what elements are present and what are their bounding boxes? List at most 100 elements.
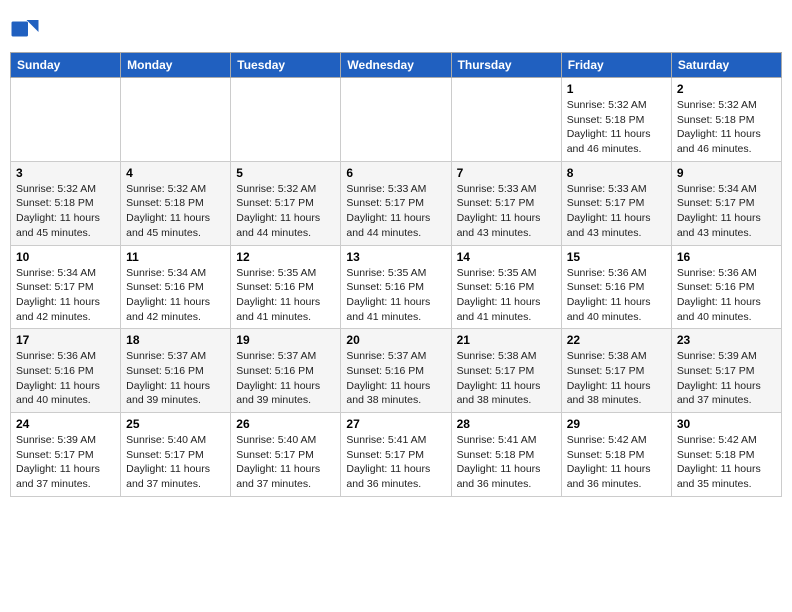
day-number: 21 (457, 333, 556, 347)
calendar-cell: 25 Sunrise: 5:40 AMSunset: 5:17 PMDayligh… (121, 413, 231, 497)
calendar-cell: 5 Sunrise: 5:32 AMSunset: 5:17 PMDaylight… (231, 161, 341, 245)
logo-icon (10, 14, 40, 44)
day-info: Sunrise: 5:33 AMSunset: 5:17 PMDaylight:… (346, 182, 445, 241)
calendar-cell: 17 Sunrise: 5:36 AMSunset: 5:16 PMDayligh… (11, 329, 121, 413)
day-number: 12 (236, 250, 335, 264)
day-info: Sunrise: 5:41 AMSunset: 5:17 PMDaylight:… (346, 433, 445, 492)
calendar-week-4: 17 Sunrise: 5:36 AMSunset: 5:16 PMDayligh… (11, 329, 782, 413)
day-number: 27 (346, 417, 445, 431)
weekday-header-friday: Friday (561, 53, 671, 78)
day-number: 25 (126, 417, 225, 431)
day-number: 22 (567, 333, 666, 347)
day-number: 16 (677, 250, 776, 264)
day-info: Sunrise: 5:35 AMSunset: 5:16 PMDaylight:… (457, 266, 556, 325)
calendar-cell: 23Sunrise: 5:39 AMSunset: 5:17 PMDayligh… (671, 329, 781, 413)
day-info: Sunrise: 5:39 AMSunset: 5:17 PMDaylight:… (16, 433, 115, 492)
day-info: Sunrise: 5:36 AMSunset: 5:16 PMDaylight:… (677, 266, 776, 325)
calendar-cell: 21Sunrise: 5:38 AMSunset: 5:17 PMDayligh… (451, 329, 561, 413)
day-info: Sunrise: 5:42 AMSunset: 5:18 PMDaylight:… (677, 433, 776, 492)
calendar-week-1: 1 Sunrise: 5:32 AMSunset: 5:18 PMDaylight… (11, 78, 782, 162)
day-number: 13 (346, 250, 445, 264)
calendar-cell: 6 Sunrise: 5:33 AMSunset: 5:17 PMDaylight… (341, 161, 451, 245)
calendar-cell: 10 Sunrise: 5:34 AMSunset: 5:17 PMDayligh… (11, 245, 121, 329)
calendar-cell (451, 78, 561, 162)
day-info: Sunrise: 5:37 AMSunset: 5:16 PMDaylight:… (126, 349, 225, 408)
day-info: Sunrise: 5:33 AMSunset: 5:17 PMDaylight:… (567, 182, 666, 241)
weekday-header-monday: Monday (121, 53, 231, 78)
day-number: 29 (567, 417, 666, 431)
weekday-header-sunday: Sunday (11, 53, 121, 78)
day-number: 23 (677, 333, 776, 347)
day-number: 5 (236, 166, 335, 180)
calendar-cell (11, 78, 121, 162)
calendar-cell: 19 Sunrise: 5:37 AMSunset: 5:16 PMDayligh… (231, 329, 341, 413)
weekday-header-saturday: Saturday (671, 53, 781, 78)
day-info: Sunrise: 5:34 AMSunset: 5:17 PMDaylight:… (677, 182, 776, 241)
calendar-cell: 12 Sunrise: 5:35 AMSunset: 5:16 PMDayligh… (231, 245, 341, 329)
day-number: 26 (236, 417, 335, 431)
calendar-cell (341, 78, 451, 162)
calendar-cell: 24 Sunrise: 5:39 AMSunset: 5:17 PMDayligh… (11, 413, 121, 497)
calendar-cell: 27 Sunrise: 5:41 AMSunset: 5:17 PMDayligh… (341, 413, 451, 497)
calendar-table: SundayMondayTuesdayWednesdayThursdayFrid… (10, 52, 782, 497)
day-info: Sunrise: 5:35 AMSunset: 5:16 PMDaylight:… (346, 266, 445, 325)
day-info: Sunrise: 5:38 AMSunset: 5:17 PMDaylight:… (567, 349, 666, 408)
calendar-cell: 1 Sunrise: 5:32 AMSunset: 5:18 PMDaylight… (561, 78, 671, 162)
day-info: Sunrise: 5:34 AMSunset: 5:16 PMDaylight:… (126, 266, 225, 325)
calendar-cell: 9Sunrise: 5:34 AMSunset: 5:17 PMDaylight… (671, 161, 781, 245)
calendar-week-2: 3Sunrise: 5:32 AMSunset: 5:18 PMDaylight… (11, 161, 782, 245)
calendar-cell: 11 Sunrise: 5:34 AMSunset: 5:16 PMDayligh… (121, 245, 231, 329)
calendar-body: 1 Sunrise: 5:32 AMSunset: 5:18 PMDaylight… (11, 78, 782, 497)
day-info: Sunrise: 5:37 AMSunset: 5:16 PMDaylight:… (346, 349, 445, 408)
day-number: 1 (567, 82, 666, 96)
calendar-cell: 14 Sunrise: 5:35 AMSunset: 5:16 PMDayligh… (451, 245, 561, 329)
calendar-cell (121, 78, 231, 162)
calendar-cell: 3Sunrise: 5:32 AMSunset: 5:18 PMDaylight… (11, 161, 121, 245)
day-number: 17 (16, 333, 115, 347)
day-info: Sunrise: 5:37 AMSunset: 5:16 PMDaylight:… (236, 349, 335, 408)
day-number: 7 (457, 166, 556, 180)
calendar-cell: 7 Sunrise: 5:33 AMSunset: 5:17 PMDaylight… (451, 161, 561, 245)
calendar-cell: 16 Sunrise: 5:36 AMSunset: 5:16 PMDayligh… (671, 245, 781, 329)
calendar-week-5: 24 Sunrise: 5:39 AMSunset: 5:17 PMDayligh… (11, 413, 782, 497)
day-number: 15 (567, 250, 666, 264)
day-number: 6 (346, 166, 445, 180)
calendar-cell: 28Sunrise: 5:41 AMSunset: 5:18 PMDayligh… (451, 413, 561, 497)
day-info: Sunrise: 5:35 AMSunset: 5:16 PMDaylight:… (236, 266, 335, 325)
day-number: 18 (126, 333, 225, 347)
day-number: 14 (457, 250, 556, 264)
day-number: 10 (16, 250, 115, 264)
calendar-cell: 8Sunrise: 5:33 AMSunset: 5:17 PMDaylight… (561, 161, 671, 245)
calendar-cell: 4Sunrise: 5:32 AMSunset: 5:18 PMDaylight… (121, 161, 231, 245)
calendar-cell: 29 Sunrise: 5:42 AMSunset: 5:18 PMDayligh… (561, 413, 671, 497)
day-info: Sunrise: 5:42 AMSunset: 5:18 PMDaylight:… (567, 433, 666, 492)
calendar-cell: 18 Sunrise: 5:37 AMSunset: 5:16 PMDayligh… (121, 329, 231, 413)
day-info: Sunrise: 5:32 AMSunset: 5:18 PMDaylight:… (126, 182, 225, 241)
day-info: Sunrise: 5:32 AMSunset: 5:18 PMDaylight:… (16, 182, 115, 241)
day-info: Sunrise: 5:32 AMSunset: 5:17 PMDaylight:… (236, 182, 335, 241)
day-info: Sunrise: 5:32 AMSunset: 5:18 PMDaylight:… (567, 98, 666, 157)
weekday-header-wednesday: Wednesday (341, 53, 451, 78)
day-info: Sunrise: 5:34 AMSunset: 5:17 PMDaylight:… (16, 266, 115, 325)
day-number: 24 (16, 417, 115, 431)
page-header (10, 10, 782, 44)
day-number: 19 (236, 333, 335, 347)
day-number: 30 (677, 417, 776, 431)
day-number: 11 (126, 250, 225, 264)
day-info: Sunrise: 5:36 AMSunset: 5:16 PMDaylight:… (567, 266, 666, 325)
calendar-cell: 20 Sunrise: 5:37 AMSunset: 5:16 PMDayligh… (341, 329, 451, 413)
calendar-week-3: 10 Sunrise: 5:34 AMSunset: 5:17 PMDayligh… (11, 245, 782, 329)
day-number: 20 (346, 333, 445, 347)
day-info: Sunrise: 5:33 AMSunset: 5:17 PMDaylight:… (457, 182, 556, 241)
day-info: Sunrise: 5:32 AMSunset: 5:18 PMDaylight:… (677, 98, 776, 157)
calendar-cell: 30 Sunrise: 5:42 AMSunset: 5:18 PMDayligh… (671, 413, 781, 497)
logo (10, 14, 44, 44)
calendar-cell: 26Sunrise: 5:40 AMSunset: 5:17 PMDayligh… (231, 413, 341, 497)
day-info: Sunrise: 5:40 AMSunset: 5:17 PMDaylight:… (126, 433, 225, 492)
calendar-header-row: SundayMondayTuesdayWednesdayThursdayFrid… (11, 53, 782, 78)
calendar-cell (231, 78, 341, 162)
day-info: Sunrise: 5:36 AMSunset: 5:16 PMDaylight:… (16, 349, 115, 408)
weekday-header-tuesday: Tuesday (231, 53, 341, 78)
calendar-cell: 2Sunrise: 5:32 AMSunset: 5:18 PMDaylight… (671, 78, 781, 162)
calendar-cell: 15 Sunrise: 5:36 AMSunset: 5:16 PMDayligh… (561, 245, 671, 329)
